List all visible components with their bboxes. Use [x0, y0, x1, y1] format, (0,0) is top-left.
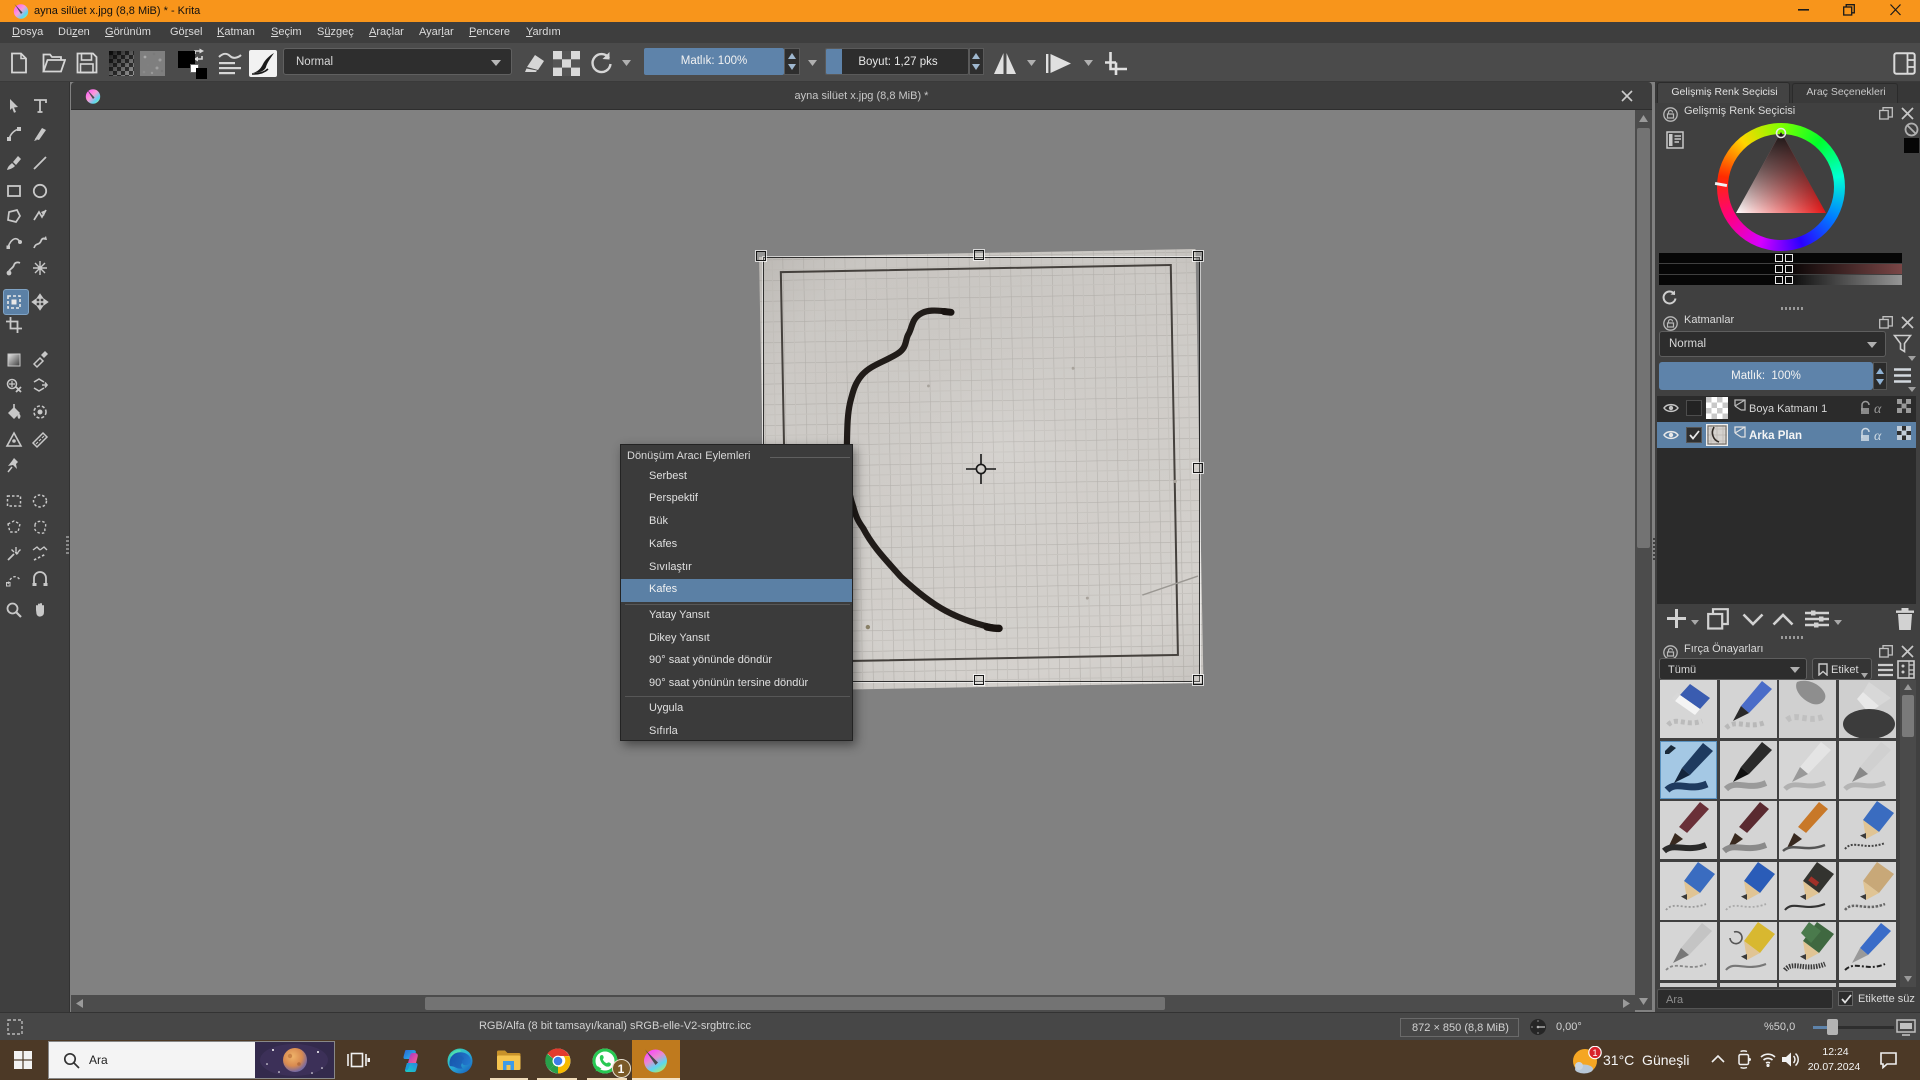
svg-text:α: α: [1874, 429, 1882, 442]
svg-text:α: α: [1874, 402, 1882, 415]
svg-text:1: 1: [1592, 1048, 1597, 1058]
